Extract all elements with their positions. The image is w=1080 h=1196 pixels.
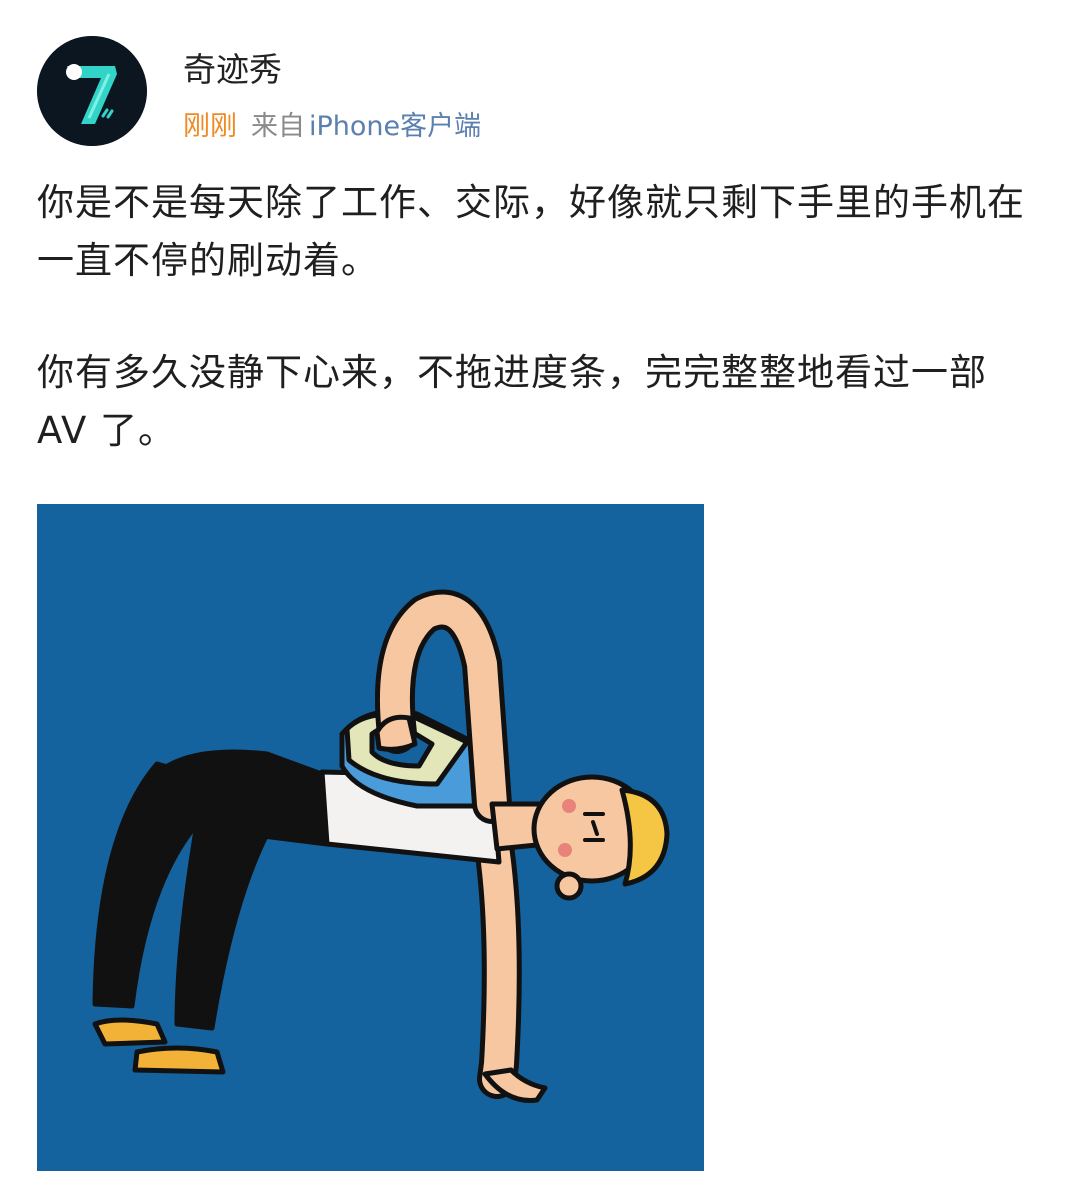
post-meta: 刚刚 来自 iPhone客户端 — [183, 108, 481, 146]
post-header: 奇迹秀 刚刚 来自 iPhone客户端 — [37, 36, 1037, 148]
post-body: 你是不是每天除了工作、交际，好像就只剩下手里的手机在一直不停的刷动着。 你有多久… — [37, 174, 1037, 460]
source-client-link[interactable]: iPhone客户端 — [309, 111, 481, 142]
post-image[interactable] — [37, 504, 704, 1171]
source-prefix: 来自 — [251, 111, 305, 142]
person-ironing-back-illustration — [37, 504, 704, 1171]
post-time: 刚刚 — [183, 111, 237, 142]
post-paragraph: 你有多久没静下心来，不拖进度条，完完整整地看过一部 AV 了。 — [37, 351, 987, 452]
author-name[interactable]: 奇迹秀 — [183, 50, 282, 90]
post-paragraph: 你是不是每天除了工作、交际，好像就只剩下手里的手机在一直不停的刷动着。 — [37, 181, 1025, 282]
seven-logo-icon — [37, 36, 147, 146]
avatar[interactable] — [37, 36, 147, 146]
